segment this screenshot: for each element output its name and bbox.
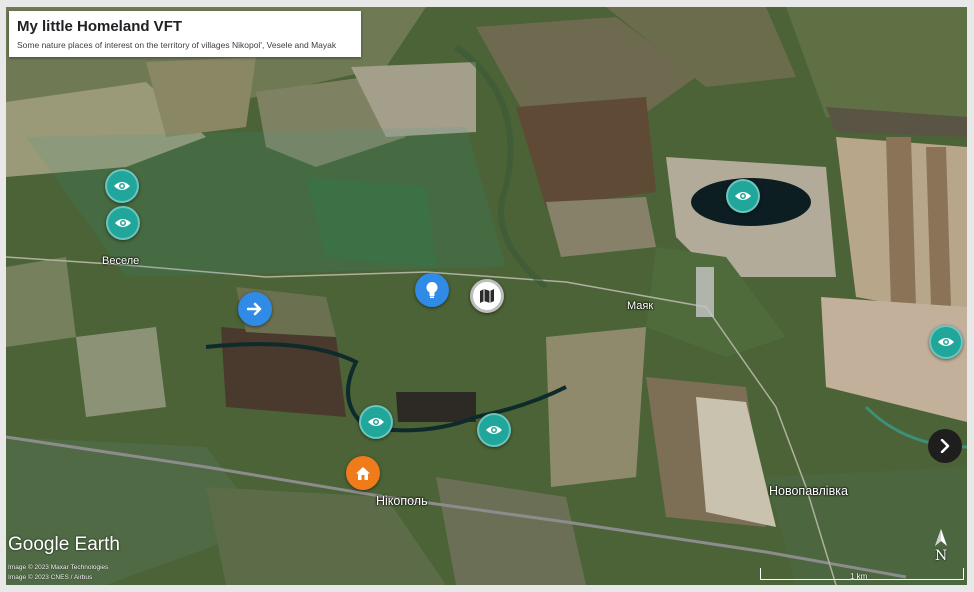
eye-icon <box>486 426 502 434</box>
place-marker[interactable] <box>106 206 140 240</box>
compass[interactable]: N <box>933 528 949 568</box>
place-marker[interactable] <box>929 325 963 359</box>
place-label-vesele: Веселе <box>102 255 140 267</box>
place-marker[interactable] <box>359 405 393 439</box>
home-marker[interactable] <box>346 456 380 490</box>
map-icon <box>480 289 494 303</box>
place-marker[interactable] <box>477 413 511 447</box>
imagery-attribution-2: Image © 2023 CNES / Airbus <box>8 574 93 581</box>
lightbulb-icon <box>426 282 438 298</box>
arrow-right-icon <box>247 302 262 316</box>
place-label-mayak: Маяк <box>627 300 654 312</box>
chevron-right-icon <box>940 439 950 453</box>
north-arrow-icon <box>935 529 947 546</box>
place-label-nikopol: Нікополь <box>376 494 428 508</box>
eye-icon <box>115 219 131 227</box>
start-marker[interactable] <box>238 292 272 326</box>
next-slide-button[interactable] <box>928 429 962 463</box>
google-earth-logo: Google Earth <box>8 534 120 555</box>
info-marker[interactable] <box>415 273 449 307</box>
tour-subtitle: Some nature places of interest on the te… <box>17 40 337 50</box>
overview-map-marker[interactable] <box>470 279 504 313</box>
place-marker[interactable] <box>105 169 139 203</box>
place-marker[interactable] <box>726 179 760 213</box>
imagery-attribution-1: Image © 2023 Maxar Technologies <box>8 564 109 571</box>
map-viewport[interactable]: My little Homeland VFT Some nature place… <box>6 7 967 585</box>
eye-icon <box>735 192 751 200</box>
eye-icon <box>114 182 130 190</box>
eye-icon <box>938 338 954 346</box>
eye-icon <box>368 418 384 426</box>
tour-title-card[interactable]: My little Homeland VFT Some nature place… <box>9 11 361 57</box>
place-label-novopavlivka: Новопавлівка <box>769 484 848 498</box>
tour-title: My little Homeland VFT <box>17 18 183 35</box>
compass-label: N <box>935 548 948 564</box>
home-icon <box>356 466 370 480</box>
scale-label: 1 km <box>850 572 868 581</box>
